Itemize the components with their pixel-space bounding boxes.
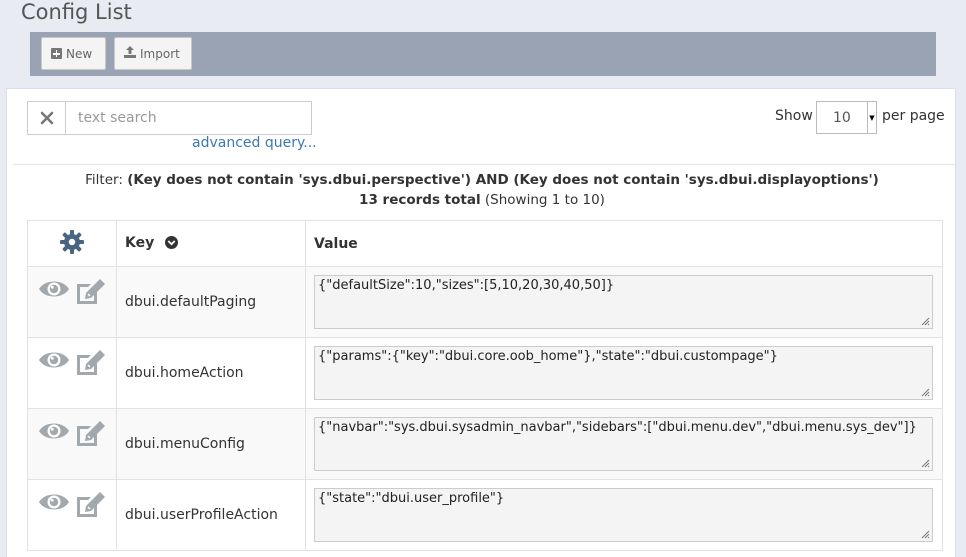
row-value-textarea[interactable]: {"defaultSize":10,"sizes":[5,10,20,30,40… (314, 275, 933, 329)
edit-icon[interactable] (74, 349, 106, 381)
eye-icon[interactable] (38, 491, 70, 523)
filter-description: Filter: (Key does not contain 'sys.dbui.… (7, 172, 957, 188)
page-title: Config List (21, 0, 132, 24)
records-showing: (Showing 1 to 10) (484, 192, 605, 208)
row-actions (27, 337, 117, 409)
edit-icon[interactable] (74, 420, 106, 452)
row-key: dbui.defaultPaging (116, 266, 306, 338)
eye-icon[interactable] (38, 420, 70, 452)
per-page-label: per page (882, 108, 945, 124)
row-key: dbui.homeAction (116, 337, 306, 409)
per-page-select[interactable]: 10 ▼ (816, 101, 877, 134)
plus-square-icon (51, 48, 62, 59)
value-column-header: Value (305, 220, 943, 267)
advanced-query-link[interactable]: advanced query... (192, 135, 317, 151)
row-value-cell: {"defaultSize":10,"sizes":[5,10,20,30,40… (305, 266, 943, 338)
eye-icon[interactable] (38, 278, 70, 310)
caret-down-icon: ▼ (867, 102, 876, 133)
config-panel: advanced query... Show 10 ▼ per page Fil… (6, 88, 957, 557)
row-actions (27, 408, 117, 480)
table-row: dbui.menuConfig {"navbar":"sys.dbui.sysa… (27, 408, 943, 480)
table-row: dbui.homeAction {"params":{"key":"dbui.c… (27, 337, 943, 409)
import-button-label: Import (140, 46, 180, 61)
row-value-text: {"navbar":"sys.dbui.sysadmin_navbar","si… (318, 420, 917, 435)
filter-expression: (Key does not contain 'sys.dbui.perspect… (127, 172, 879, 188)
eye-icon[interactable] (38, 349, 70, 381)
key-column-header[interactable]: Key (116, 220, 306, 267)
row-value-cell: {"params":{"key":"dbui.core.oob_home"},"… (305, 337, 943, 409)
row-actions (27, 479, 117, 551)
resize-grip-icon[interactable] (921, 317, 930, 326)
per-page-value: 10 (833, 109, 851, 126)
clear-search-button[interactable] (27, 101, 65, 135)
row-actions (27, 266, 117, 338)
upload-icon (124, 46, 136, 61)
filter-prefix: Filter: (85, 172, 123, 188)
config-table: Key Value dbui.defaultPaging {"defaultSi… (27, 220, 943, 551)
table-row: dbui.userProfileAction {"state":"dbui.us… (27, 479, 943, 551)
row-key: dbui.menuConfig (116, 408, 306, 480)
records-total: 13 records total (359, 192, 481, 208)
table-row: dbui.defaultPaging {"defaultSize":10,"si… (27, 266, 943, 338)
row-value-textarea[interactable]: {"navbar":"sys.dbui.sysadmin_navbar","si… (314, 417, 933, 471)
row-key: dbui.userProfileAction (116, 479, 306, 551)
search-input[interactable] (65, 101, 312, 135)
resize-grip-icon[interactable] (921, 459, 930, 468)
row-value-text: {"params":{"key":"dbui.core.oob_home"},"… (318, 349, 778, 364)
close-icon (40, 111, 53, 125)
show-label: Show (775, 108, 813, 124)
row-value-text: {"defaultSize":10,"sizes":[5,10,20,30,40… (318, 278, 615, 293)
row-value-textarea[interactable]: {"state":"dbui.user_profile"} (314, 488, 933, 542)
row-value-textarea[interactable]: {"params":{"key":"dbui.core.oob_home"},"… (314, 346, 933, 400)
import-button[interactable]: Import (114, 37, 192, 70)
edit-icon[interactable] (74, 278, 106, 310)
row-value-cell: {"navbar":"sys.dbui.sysadmin_navbar","si… (305, 408, 943, 480)
gear-icon[interactable] (59, 229, 85, 259)
new-button[interactable]: New (41, 37, 106, 70)
actions-header (27, 220, 117, 267)
key-header-label: Key (125, 234, 155, 251)
chevron-circle-down-icon[interactable] (165, 235, 179, 253)
toolbar: New Import (30, 32, 936, 76)
new-button-label: New (66, 46, 93, 61)
resize-grip-icon[interactable] (921, 530, 930, 539)
records-summary: 13 records total (Showing 1 to 10) (7, 192, 957, 208)
edit-icon[interactable] (74, 491, 106, 523)
row-value-cell: {"state":"dbui.user_profile"} (305, 479, 943, 551)
divider (13, 164, 957, 165)
resize-grip-icon[interactable] (921, 388, 930, 397)
row-value-text: {"state":"dbui.user_profile"} (318, 491, 505, 506)
table-header: Key Value (27, 220, 943, 267)
